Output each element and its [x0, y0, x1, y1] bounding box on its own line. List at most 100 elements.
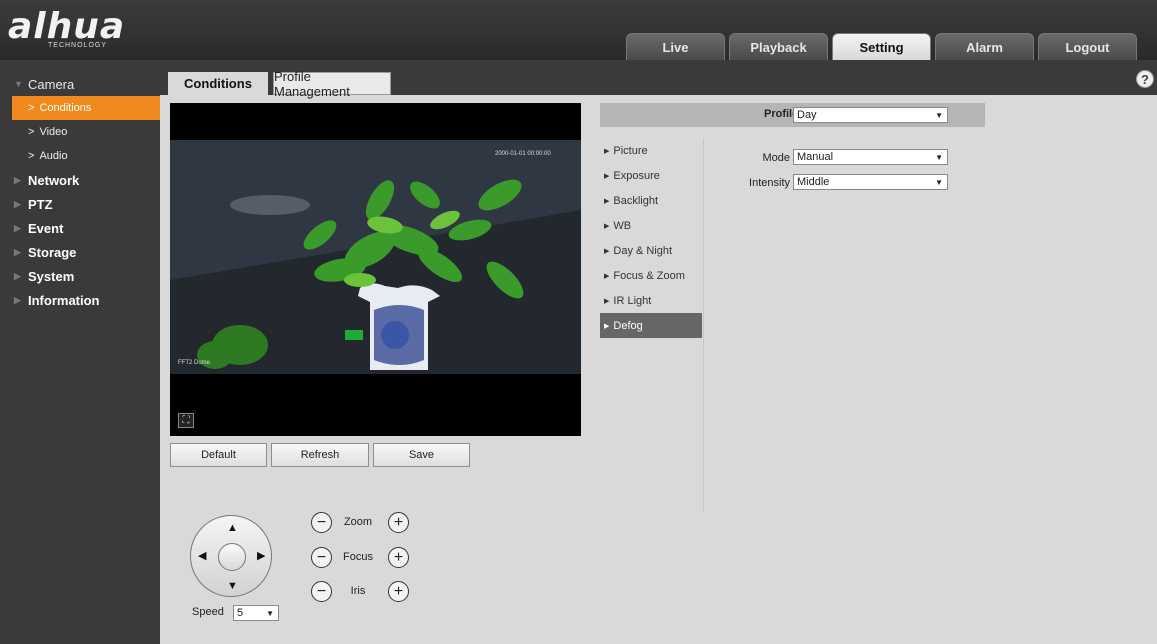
iris-open-button[interactable]: + — [388, 581, 409, 602]
menu-item-label: Picture — [613, 144, 648, 157]
tab-conditions[interactable]: Conditions — [168, 72, 268, 95]
sidebar: ▼ Camera > Conditions > Video > Audio ▶ … — [0, 60, 160, 644]
caret-right-icon: ▶ — [604, 247, 610, 255]
sidebar-item-label: Audio — [39, 150, 68, 162]
menu-divider — [703, 138, 704, 512]
arrow-down-icon[interactable]: ▼ — [227, 581, 238, 592]
menu-item-picture[interactable]: ▶ Picture — [600, 138, 702, 163]
nav-setting[interactable]: Setting — [832, 33, 931, 60]
caret-right-icon: ▶ — [604, 297, 610, 305]
arrow-right-icon[interactable]: ▶ — [257, 551, 265, 562]
dropdown-arrow-icon: ▼ — [266, 609, 274, 618]
menu-item-label: WB — [613, 219, 632, 232]
sidebar-item-event[interactable]: ▶ Event — [0, 216, 160, 240]
intensity-value: Middle — [797, 176, 830, 188]
video-timestamp: 2000-01-01 00:00:00 — [495, 151, 551, 157]
sidebar-item-conditions[interactable]: > Conditions — [12, 96, 160, 120]
fit-window-icon[interactable]: ⛶ — [178, 413, 194, 428]
sidebar-item-camera[interactable]: ▼ Camera — [0, 72, 160, 96]
tab-profile-management[interactable]: Profile Management — [273, 69, 391, 99]
focus-label: Focus — [343, 551, 373, 563]
sidebar-item-information[interactable]: ▶ Information — [0, 288, 160, 312]
menu-item-wb[interactable]: ▶ WB — [600, 213, 702, 238]
menu-item-label: Exposure — [613, 169, 660, 182]
arrow-left-icon[interactable]: ◀ — [198, 551, 206, 562]
nav-logout[interactable]: Logout — [1038, 33, 1137, 60]
caret-right-icon: ▶ — [604, 222, 610, 230]
caret-right-icon: ▶ — [14, 222, 21, 233]
intensity-select[interactable]: Middle ▼ — [793, 174, 948, 190]
dropdown-arrow-icon: ▼ — [935, 178, 943, 187]
nav-alarm[interactable]: Alarm — [935, 33, 1034, 60]
default-button[interactable]: Default — [170, 443, 267, 467]
focus-out-button[interactable]: − — [311, 547, 332, 568]
menu-item-label: Backlight — [613, 194, 659, 207]
nav-playback[interactable]: Playback — [729, 33, 828, 60]
ptz-direction-pad[interactable]: ▲ ▼ ◀ ▶ — [190, 515, 272, 597]
top-nav: Live Playback Setting Alarm Logout — [626, 33, 1137, 60]
caret-right-icon: ▶ — [604, 197, 610, 205]
sidebar-item-storage[interactable]: ▶ Storage — [0, 240, 160, 264]
sidebar-item-ptz[interactable]: ▶ PTZ — [0, 192, 160, 216]
caret-right-icon: ▶ — [14, 294, 21, 305]
caret-right-icon: ▶ — [604, 172, 610, 180]
nav-live[interactable]: Live — [626, 33, 725, 60]
chevron-right-icon: > — [28, 150, 35, 162]
sidebar-item-label: PTZ — [28, 196, 53, 212]
help-icon[interactable]: ? — [1136, 70, 1154, 88]
arrow-up-icon[interactable]: ▲ — [227, 523, 238, 534]
sidebar-item-label: Network — [28, 172, 80, 188]
zoom-out-button[interactable]: − — [311, 512, 332, 533]
menu-item-day-night[interactable]: ▶ Day & Night — [600, 238, 702, 263]
focus-in-button[interactable]: + — [388, 547, 409, 568]
menu-item-label: Day & Night — [613, 244, 673, 257]
caret-right-icon: ▶ — [604, 147, 610, 155]
sidebar-item-label: Conditions — [39, 102, 92, 114]
mode-select[interactable]: Manual ▼ — [793, 149, 948, 165]
sidebar-item-label: Camera — [28, 76, 75, 92]
sidebar-item-label: Storage — [28, 244, 77, 260]
logo-text: alhua — [8, 6, 126, 47]
logo-subtext: TECHNOLOGY — [48, 42, 108, 49]
menu-item-backlight[interactable]: ▶ Backlight — [600, 188, 702, 213]
mode-label: Mode — [762, 152, 790, 164]
profile-select[interactable]: Day ▼ — [793, 107, 948, 123]
menu-item-exposure[interactable]: ▶ Exposure — [600, 163, 702, 188]
refresh-button[interactable]: Refresh — [271, 443, 369, 467]
header: alhua TECHNOLOGY Live Playback Setting A… — [0, 0, 1157, 60]
iris-label: Iris — [350, 585, 366, 597]
profile-bar: Profile Day ▼ — [600, 103, 985, 127]
menu-item-label: Defog — [613, 319, 643, 332]
intensity-label: Intensity — [749, 177, 790, 189]
camera-image — [170, 140, 581, 374]
sidebar-item-label: Video — [39, 126, 68, 138]
menu-item-focus-zoom[interactable]: ▶ Focus & Zoom — [600, 263, 702, 288]
zoom-in-button[interactable]: + — [388, 512, 409, 533]
content-tabbar: Conditions Profile Management ? — [160, 60, 1157, 99]
sidebar-item-label: System — [28, 268, 75, 284]
menu-item-defog[interactable]: ▶ Defog — [600, 313, 702, 338]
zoom-label: Zoom — [343, 516, 373, 528]
profile-value: Day — [797, 109, 817, 121]
speed-select[interactable]: 5 ▼ — [233, 605, 279, 621]
menu-item-label: Focus & Zoom — [613, 269, 685, 282]
caret-right-icon: ▶ — [604, 272, 610, 280]
mode-value: Manual — [797, 151, 834, 163]
caret-right-icon: ▶ — [14, 174, 21, 185]
caret-down-icon: ▼ — [14, 79, 23, 89]
sidebar-item-label: Information — [28, 292, 100, 308]
dropdown-arrow-icon: ▼ — [935, 111, 943, 120]
sidebar-item-audio[interactable]: > Audio — [0, 144, 160, 168]
sidebar-item-system[interactable]: ▶ System — [0, 264, 160, 288]
menu-item-label: IR Light — [613, 294, 652, 307]
sidebar-item-video[interactable]: > Video — [0, 120, 160, 144]
iris-close-button[interactable]: − — [311, 581, 332, 602]
main-content: Conditions Profile Management ? 2000-01-… — [160, 60, 1157, 644]
ptz-center-button[interactable] — [218, 543, 246, 571]
sidebar-item-network[interactable]: ▶ Network — [0, 168, 160, 192]
save-button[interactable]: Save — [373, 443, 470, 467]
sidebar-item-label: Event — [28, 220, 64, 236]
menu-item-ir-light[interactable]: ▶ IR Light — [600, 288, 702, 313]
caret-right-icon: ▶ — [604, 322, 610, 330]
video-preview: 2000-01-01 00:00:00 FFT2 Dome ⛶ — [170, 103, 581, 436]
